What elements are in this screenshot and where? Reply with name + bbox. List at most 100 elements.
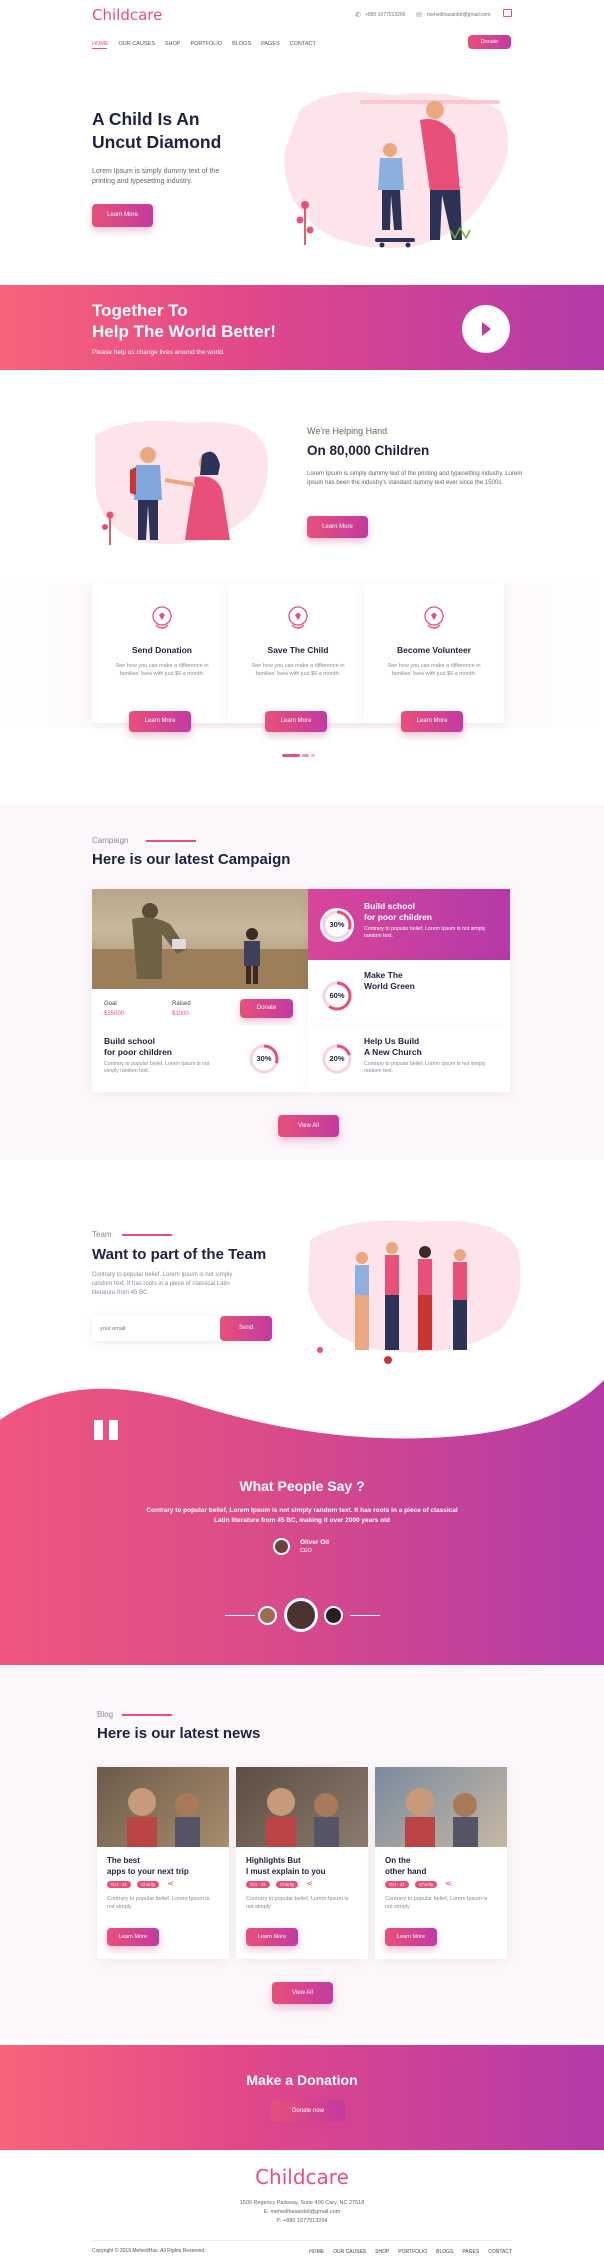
blog-title-line2[interactable]: other hand	[385, 1866, 426, 1877]
testimonial-avatar-thumb-active[interactable]	[284, 1598, 318, 1632]
testimonial-avatar-thumb[interactable]	[258, 1606, 277, 1625]
campaign-donate-button[interactable]: Donate	[240, 999, 293, 1018]
blog-title-line2[interactable]: apps to your next trip	[107, 1866, 189, 1877]
blog-card: The best apps to your next trip Oct - 21 Ch…	[97, 1767, 229, 1959]
share-icon[interactable]: ⋖	[306, 1879, 313, 1888]
footer-phone[interactable]: P: +880 1677513264	[0, 2218, 604, 2224]
nav-item-pages[interactable]: PAGES	[261, 41, 280, 47]
footer-brand[interactable]: Childcare	[0, 2165, 604, 2189]
testimonial-title: What People Say ?	[239, 1478, 365, 1494]
campaign-item: 30% Build school for poor children Contrary…	[92, 1026, 308, 1092]
campaign-item-title: Build school for poor children	[364, 901, 432, 923]
progress-ring: 30%	[247, 1042, 281, 1076]
nav-item-our-causes[interactable]: OUR CAUSES	[119, 41, 155, 47]
blog-tag-badge[interactable]: Charity	[415, 1881, 438, 1888]
blog-view-all-button[interactable]: View All	[272, 1982, 333, 2004]
volunteers-icon	[419, 603, 449, 633]
blog-image	[236, 1767, 368, 1847]
progress-ring: 30%	[320, 907, 354, 942]
campaign-goal-label: Goal	[104, 1001, 117, 1007]
campaign-view-all-button[interactable]: View All	[278, 1115, 339, 1137]
brand-logo[interactable]: Childcare	[92, 6, 162, 24]
footer-nav-pages[interactable]: PAGES	[462, 2249, 479, 2255]
play-video-button[interactable]	[462, 305, 510, 353]
footer-nav-shop[interactable]: SHOP	[375, 2249, 389, 2255]
feature-learn-more-button[interactable]: Learn More	[129, 711, 191, 732]
feature-learn-more-button[interactable]: Learn More	[265, 711, 327, 732]
header: Childcare ✆ +880 1677513266 ✉ mehedihasa…	[0, 0, 604, 58]
progress-ring: 60%	[320, 978, 354, 1013]
carousel-dot[interactable]	[311, 754, 315, 757]
blog-title-line1[interactable]: The best	[107, 1855, 189, 1866]
blog-title: On the other hand	[385, 1855, 426, 1877]
testimonial-avatar	[273, 1538, 290, 1555]
campaign-item-title-line1: Help Us Build	[364, 1036, 420, 1046]
feature-title: Send Donation	[132, 645, 192, 655]
helping-learn-more-button[interactable]: Learn More	[307, 516, 368, 538]
header-phone[interactable]: +880 1677513266	[365, 12, 405, 18]
blog-learn-more-button[interactable]: Learn More	[385, 1928, 437, 1946]
mail-icon: ✉	[416, 12, 422, 19]
blog-learn-more-button[interactable]: Learn More	[107, 1928, 159, 1946]
team-label-line	[122, 1234, 172, 1236]
blog-learn-more-button[interactable]: Learn More	[246, 1928, 298, 1946]
share-icon[interactable]: ⋖	[445, 1879, 452, 1888]
campaign-item: 60% Make The World Green	[308, 960, 510, 1031]
quote-icon	[94, 1420, 120, 1442]
team-email-input[interactable]	[100, 1321, 220, 1336]
donate-now-button[interactable]: Donate now	[271, 2100, 345, 2122]
banner-title: Together To Help The World Better!	[92, 300, 276, 342]
blog-card: Highlights But I must explain to you Oct -…	[236, 1767, 368, 1959]
nav-item-home[interactable]: HOME	[92, 41, 109, 47]
footer-email[interactable]: E: mehedihasanbd@gmail.com	[0, 2209, 604, 2215]
banner-title-line2: Help The World Better!	[92, 322, 276, 341]
testimonial-avatar-thumb[interactable]	[324, 1606, 343, 1625]
share-icon[interactable]: ⋖	[167, 1879, 174, 1888]
team-send-button[interactable]: Send	[220, 1316, 272, 1341]
helping-title: On 80,000 Children	[307, 443, 430, 458]
campaign-item-title-line2: World Green	[364, 981, 415, 991]
campaign-title: Here is our latest Campaign	[92, 851, 291, 868]
blog-tag-badge[interactable]: Charity	[137, 1881, 160, 1888]
carousel-dot-active[interactable]	[282, 754, 300, 757]
footer-nav-blogs[interactable]: BLOGS	[436, 2249, 453, 2255]
blog-tag-badge[interactable]: Charity	[276, 1881, 299, 1888]
impact-banner: Together To Help The World Better! Pleas…	[0, 285, 604, 370]
hero-illustration	[270, 80, 520, 260]
blog-title-line2[interactable]: I must explain to you	[246, 1866, 326, 1877]
nav-item-shop[interactable]: SHOP	[165, 41, 181, 47]
feature-card: Send Donation See how you can make a diff…	[92, 583, 232, 732]
campaign-item-title: Help Us Build A New Church	[364, 1036, 422, 1058]
donate-button[interactable]: Donate	[468, 35, 511, 49]
hero-learn-more-button[interactable]: Learn More	[92, 204, 153, 227]
feature-title: Save The Child	[267, 645, 329, 655]
blog-title-line1[interactable]: On the	[385, 1855, 426, 1866]
campaign-item-title-line2: for poor children	[104, 1047, 172, 1057]
header-email[interactable]: mehedihasanbd@gmail.com	[427, 12, 490, 18]
blog-label: Blog	[97, 1710, 114, 1719]
nav-item-portfolio[interactable]: PORTFOLIO	[190, 41, 222, 47]
carousel-dot[interactable]	[302, 754, 309, 757]
cart-icon[interactable]	[503, 9, 512, 17]
nav-item-contact[interactable]: CONTACT	[290, 41, 316, 47]
footer-nav-portfolio[interactable]: PORTFOLIO	[398, 2249, 427, 2255]
footer-divider	[92, 2240, 512, 2241]
footer-nav-contact[interactable]: CONTACT	[488, 2249, 512, 2255]
progress-ring: 20%	[320, 1042, 354, 1076]
progress-percent: 30%	[256, 1054, 272, 1063]
nav-active-underline	[92, 48, 107, 49]
campaign-item-text: Contrary to popular belief, Lorem Ipsum …	[104, 1061, 210, 1074]
team-label: Team	[92, 1230, 112, 1239]
blog-title: Highlights But I must explain to you	[246, 1855, 326, 1877]
nav-item-blogs[interactable]: BLOGS	[232, 41, 251, 47]
footer-nav-home[interactable]: HOME	[309, 2249, 324, 2255]
footer-copyright: Copyright © 2019 MehediHas. All Rights R…	[92, 2248, 206, 2254]
team-illustration	[300, 1210, 525, 1370]
team-title: Want to part of the Team	[92, 1246, 267, 1263]
blog-title-line1[interactable]: Highlights But	[246, 1855, 326, 1866]
feature-card: Save The Child See how you can make a dif…	[228, 583, 368, 732]
footer-nav-our-causes[interactable]: OUR CAUSES	[333, 2249, 366, 2255]
campaign-item-text: Contrary to popular belief, Lorem Ipsum …	[364, 926, 486, 939]
blog-date-badge: Oct - 21	[107, 1881, 132, 1888]
feature-learn-more-button[interactable]: Learn More	[401, 711, 463, 732]
